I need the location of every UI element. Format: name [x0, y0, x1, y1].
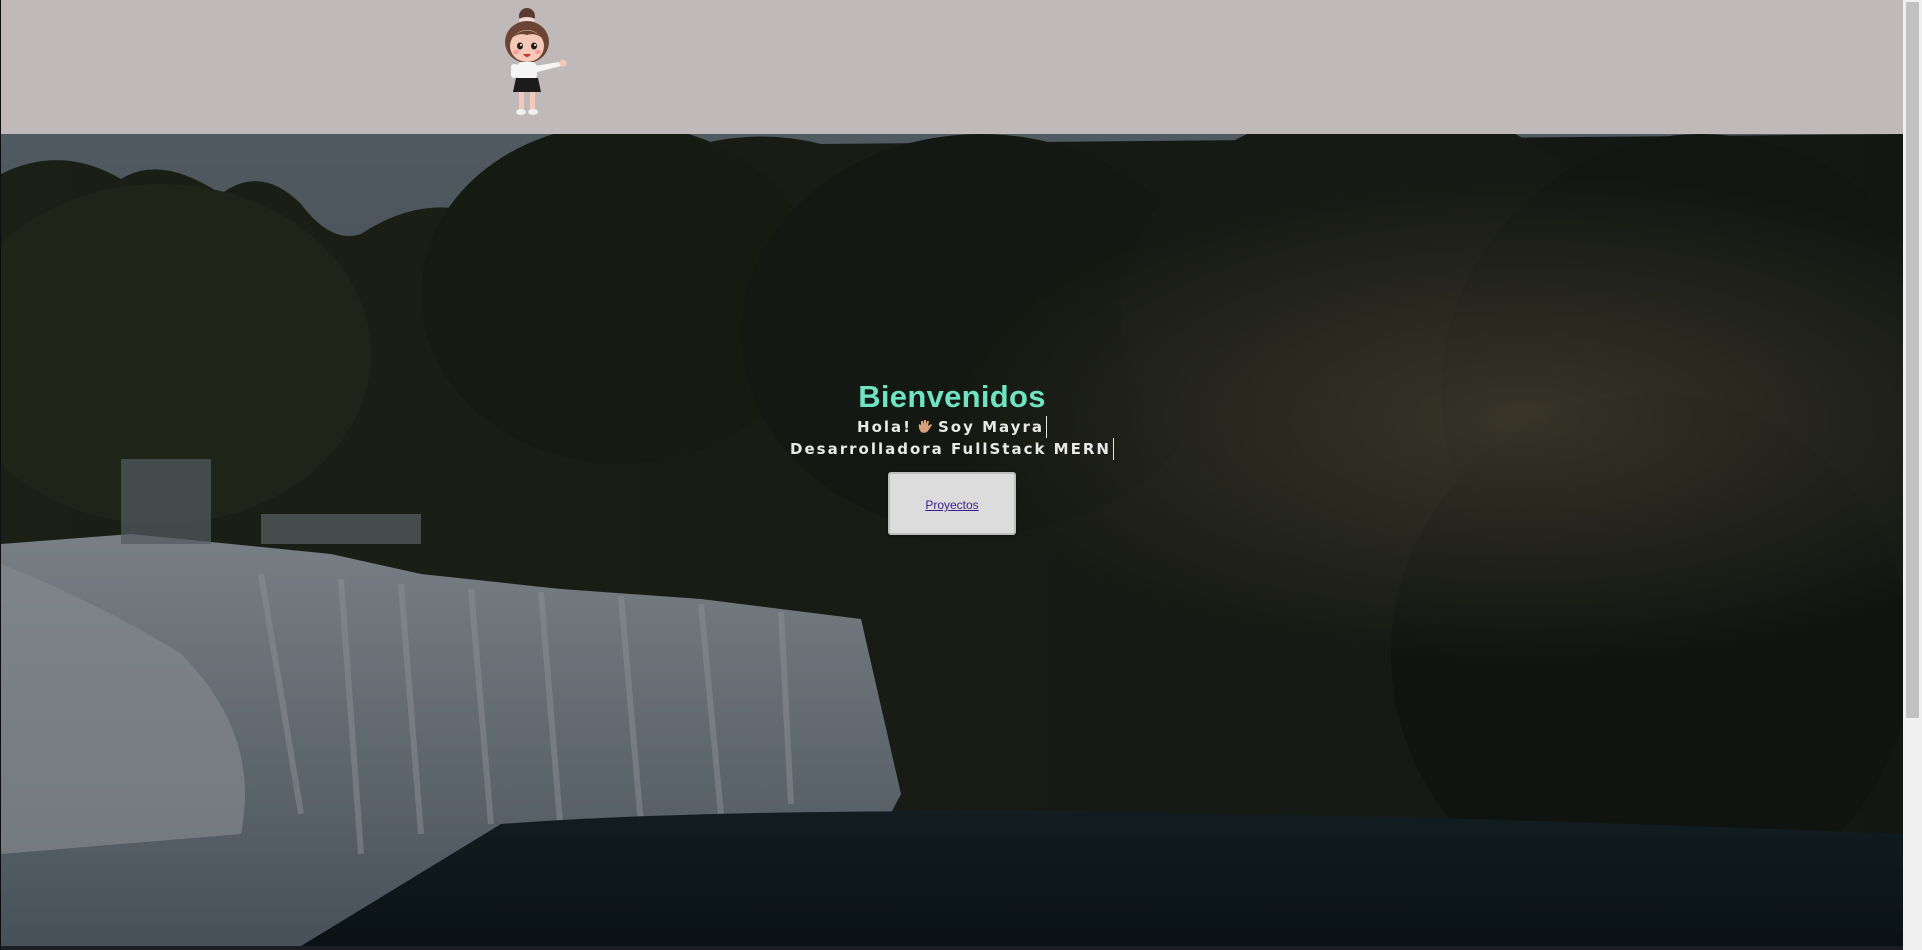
greeting-line: Hola! Soy Mayra	[1, 416, 1903, 438]
vertical-scrollbar[interactable]	[1903, 0, 1922, 950]
greeting-prefix: Hola!	[857, 418, 912, 436]
projects-link[interactable]: Proyectos	[925, 498, 978, 512]
waving-hand-icon	[918, 420, 932, 433]
projects-button[interactable]: Proyectos	[888, 472, 1016, 535]
bottom-strip	[1, 946, 1903, 950]
navbar	[1, 0, 1903, 134]
hero-content: Bienvenidos Hola! Soy Mayra Desarrollador…	[1, 378, 1903, 535]
scrollbar-thumb[interactable]	[1906, 2, 1919, 718]
hero-section: Bienvenidos Hola! Soy Mayra Desarrollador…	[1, 134, 1903, 946]
role-text: Desarrolladora FullStack MERN	[790, 438, 1114, 460]
page: Bienvenidos Hola! Soy Mayra Desarrollador…	[0, 0, 1922, 950]
greeting-suffix: Soy Mayra	[937, 418, 1044, 436]
cartoon-girl-avatar-icon[interactable]	[497, 6, 575, 120]
role-line: Desarrolladora FullStack MERN	[1, 438, 1903, 460]
greeting-text: Hola! Soy Mayra	[857, 416, 1047, 438]
hero-title: Bienvenidos	[858, 379, 1046, 414]
waterfall-jungle-image	[1, 134, 1903, 946]
